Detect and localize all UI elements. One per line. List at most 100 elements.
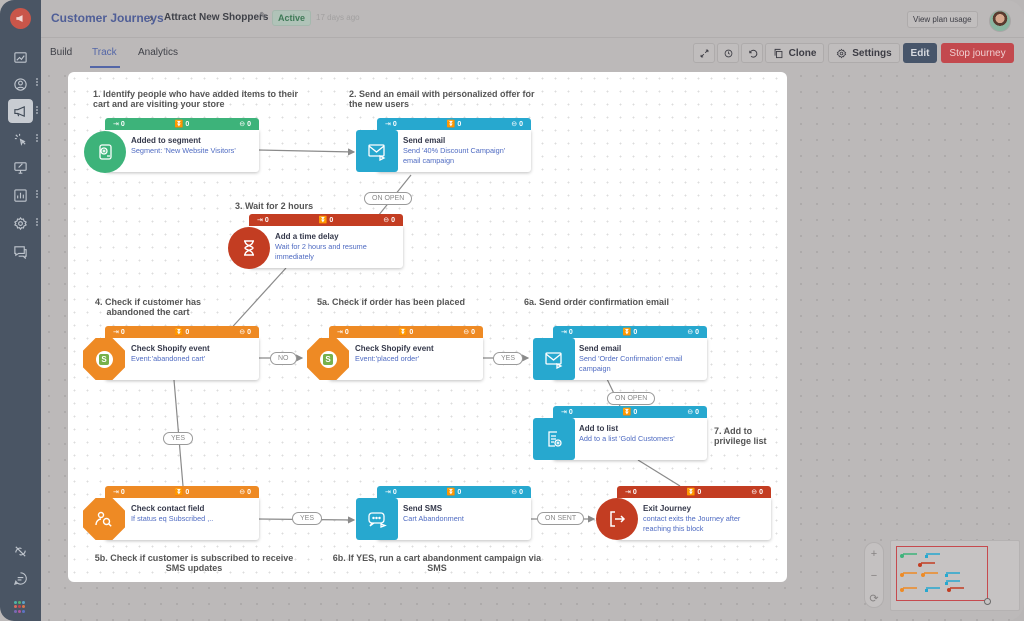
waiting-count: ⏬ 0 bbox=[622, 409, 638, 416]
plug-icon[interactable] bbox=[8, 539, 33, 563]
undo-button[interactable] bbox=[741, 43, 763, 63]
node-check-shopify-abandoned[interactable]: ⇥ 0 ⏬ 0 ⊖ 0 Check Shopify event Event:'ab… bbox=[105, 326, 259, 380]
connector-label-on-open[interactable]: ON OPEN bbox=[607, 392, 656, 405]
step-note-5a: 5a. Check if order has been placed bbox=[317, 297, 466, 307]
stop-journey-button[interactable]: Stop journey bbox=[941, 43, 1014, 63]
undo-icon bbox=[748, 49, 757, 58]
node-send-sms[interactable]: ⇥ 0 ⏬ 0 ⊖ 0 Send SMS Cart Abandonment bbox=[377, 486, 531, 540]
expand-dots bbox=[36, 78, 38, 86]
connector-label-yes[interactable]: YES bbox=[163, 432, 194, 445]
node-stats-bar: ⇥ 0 ⏬ 0 ⊖ 0 bbox=[553, 326, 707, 338]
journey-name: Attract New Shoppers bbox=[164, 12, 269, 23]
waiting-count: ⏬ 0 bbox=[318, 217, 334, 224]
header-bar: Customer Journeys › Attract New Shoppers… bbox=[41, 0, 1024, 38]
connector-label-no[interactable]: NO bbox=[270, 352, 297, 365]
chat-icon[interactable] bbox=[8, 239, 33, 263]
waiting-count: ⏬ 0 bbox=[446, 489, 462, 496]
reset-zoom-button[interactable]: ⟳ bbox=[865, 587, 883, 609]
expand-dots bbox=[36, 106, 38, 114]
exited-count: ⊖ 0 bbox=[687, 329, 699, 336]
entered-count: ⇥ 0 bbox=[561, 409, 573, 416]
gear-icon[interactable] bbox=[8, 211, 33, 235]
waiting-count: ⏬ 0 bbox=[622, 329, 638, 336]
megaphone-icon[interactable] bbox=[10, 8, 31, 29]
waiting-count: ⏬ 0 bbox=[174, 121, 190, 128]
wire-list-exit bbox=[637, 459, 681, 487]
connector-label-yes[interactable]: YES bbox=[292, 512, 323, 525]
connector-label-on-open[interactable]: ON OPEN bbox=[364, 192, 413, 205]
node-desc: Event:'abandoned cart' bbox=[131, 354, 206, 363]
node-exit-journey[interactable]: ⇥ 0 ⏬ 0 ⊖ 0 Exit Journey contact exits th… bbox=[617, 486, 771, 540]
updated-timestamp: 17 days ago bbox=[316, 13, 360, 22]
step-note-6a: 6a. Send order confirmation email bbox=[524, 297, 670, 307]
node-title: Add a time delay bbox=[275, 232, 339, 241]
waiting-count: ⏬ 0 bbox=[174, 489, 190, 496]
sidebar bbox=[0, 0, 41, 621]
pencil-icon[interactable]: ✎ bbox=[259, 11, 267, 22]
settings-button[interactable]: Settings bbox=[828, 43, 900, 63]
help-chat-icon[interactable] bbox=[8, 566, 33, 590]
node-desc: Cart Abandonment bbox=[403, 514, 464, 523]
expand-button[interactable] bbox=[693, 43, 715, 63]
gear-icon bbox=[837, 48, 847, 58]
clone-label: Clone bbox=[788, 47, 817, 59]
zoom-out-button[interactable]: − bbox=[865, 565, 883, 587]
bar-chart-icon[interactable] bbox=[8, 183, 33, 207]
node-send-email-2[interactable]: ⇥ 0 ⏬ 0 ⊖ 0 Send email Send 'Order Confir… bbox=[553, 326, 707, 380]
status-badge: Active bbox=[272, 10, 312, 26]
entered-count: ⇥ 0 bbox=[113, 329, 125, 336]
node-title: Add to list bbox=[579, 424, 619, 433]
tab-analytics[interactable]: Analytics bbox=[138, 47, 178, 58]
magic-click-icon[interactable] bbox=[8, 127, 33, 151]
node-time-delay[interactable]: ⇥ 0 ⏬ 0 ⊖ 0 Add a time delay Wait for 2 h… bbox=[249, 214, 403, 268]
step-note-7: 7. Add to privilege list bbox=[714, 426, 767, 446]
breadcrumb-separator: › bbox=[149, 11, 153, 25]
connector-label-on-sent[interactable]: ON SENT bbox=[537, 512, 585, 525]
node-stats-bar: ⇥ 0 ⏬ 0 ⊖ 0 bbox=[553, 406, 707, 418]
node-add-to-list[interactable]: ⇥ 0 ⏬ 0 ⊖ 0 Add to list Add to a list 'Go… bbox=[553, 406, 707, 460]
edit-button[interactable]: Edit bbox=[903, 43, 937, 63]
apps-grid-icon[interactable] bbox=[14, 601, 26, 613]
dashboard-icon[interactable] bbox=[8, 45, 33, 69]
node-title: Exit Journey bbox=[643, 504, 692, 513]
node-stats-bar: ⇥ 0 ⏬ 0 ⊖ 0 bbox=[105, 486, 259, 498]
node-title: Check Shopify event bbox=[131, 344, 210, 353]
connector-label-yes[interactable]: YES bbox=[493, 352, 524, 365]
tab-build[interactable]: Build bbox=[50, 47, 72, 58]
entered-count: ⇥ 0 bbox=[385, 121, 397, 128]
monitor-edit-icon[interactable] bbox=[8, 155, 33, 179]
exited-count: ⊖ 0 bbox=[511, 489, 523, 496]
waiting-count: ⏬ 0 bbox=[398, 329, 414, 336]
node-send-email-1[interactable]: ⇥ 0 ⏬ 0 ⊖ 0 Send email Send '40% Discount… bbox=[377, 118, 531, 172]
breadcrumb-root-link[interactable]: Customer Journeys bbox=[51, 11, 164, 25]
tab-track[interactable]: Track bbox=[92, 47, 117, 58]
view-plan-usage-button[interactable]: View plan usage bbox=[907, 11, 978, 28]
node-desc: Segment: 'New Website Visitors' bbox=[131, 146, 236, 155]
hourglass-icon bbox=[228, 227, 270, 269]
minimap-resize-handle[interactable] bbox=[984, 598, 991, 605]
entered-count: ⇥ 0 bbox=[561, 329, 573, 336]
node-check-contact-field[interactable]: ⇥ 0 ⏬ 0 ⊖ 0 Check contact field If status… bbox=[105, 486, 259, 540]
entered-count: ⇥ 0 bbox=[113, 489, 125, 496]
settings-label: Settings bbox=[852, 47, 892, 59]
minimap[interactable] bbox=[890, 540, 1020, 611]
expand-icon bbox=[700, 49, 708, 57]
list-add-icon bbox=[533, 418, 575, 460]
node-added-to-segment[interactable]: ⇥ 0 ⏬ 0 ⊖ 0 Added to segment Segment: 'Ne… bbox=[105, 118, 259, 172]
minimap-viewport[interactable] bbox=[896, 546, 988, 601]
node-stats-bar: ⇥ 0 ⏬ 0 ⊖ 0 bbox=[617, 486, 771, 498]
contacts-icon[interactable] bbox=[8, 72, 33, 96]
node-title: Send email bbox=[403, 136, 446, 145]
megaphone-icon[interactable] bbox=[8, 99, 33, 123]
clone-button[interactable]: Clone bbox=[765, 43, 824, 63]
entered-count: ⇥ 0 bbox=[113, 121, 125, 128]
history-button[interactable] bbox=[717, 43, 739, 63]
node-desc: Send '40% Discount Campaign' email campa… bbox=[403, 146, 506, 165]
zoom-in-button[interactable]: + bbox=[865, 543, 883, 565]
user-avatar[interactable] bbox=[989, 10, 1011, 32]
node-check-shopify-placed[interactable]: ⇥ 0 ⏬ 0 ⊖ 0 Check Shopify event Event:'pl… bbox=[329, 326, 483, 380]
email-send-icon bbox=[533, 338, 575, 380]
step-note-1: 1. Identify people who have added items … bbox=[93, 89, 299, 109]
node-desc: Send 'Order Confirmation' email campaign bbox=[579, 354, 683, 373]
journey-board: 1. Identify people who have added items … bbox=[68, 72, 787, 582]
